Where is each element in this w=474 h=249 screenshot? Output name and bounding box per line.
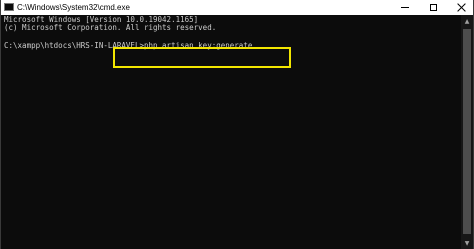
- console-output[interactable]: Microsoft Windows [Version 10.0.19042.11…: [1, 15, 461, 249]
- scroll-up-arrow-icon[interactable]: ▲: [461, 15, 473, 27]
- command-highlight-box: [113, 47, 291, 68]
- minimize-icon: [401, 7, 409, 8]
- maximize-icon: [429, 4, 437, 11]
- scroll-down-arrow-icon[interactable]: ▼: [461, 237, 473, 249]
- scrollbar-thumb[interactable]: [463, 29, 471, 234]
- cmd-icon: [4, 3, 14, 11]
- minimize-button[interactable]: [391, 0, 419, 15]
- maximize-button[interactable]: [419, 0, 447, 15]
- vertical-scrollbar[interactable]: ▲ ▼: [461, 15, 473, 249]
- title-bar[interactable]: C:\Windows\System32\cmd.exe: [1, 0, 473, 15]
- console-line: (c) Microsoft Corporation. All rights re…: [4, 23, 217, 32]
- window-title: C:\Windows\System32\cmd.exe: [17, 3, 130, 12]
- cmd-window: C:\Windows\System32\cmd.exe Microsoft Wi…: [0, 0, 474, 249]
- close-button[interactable]: [447, 0, 474, 15]
- close-icon: [457, 3, 466, 12]
